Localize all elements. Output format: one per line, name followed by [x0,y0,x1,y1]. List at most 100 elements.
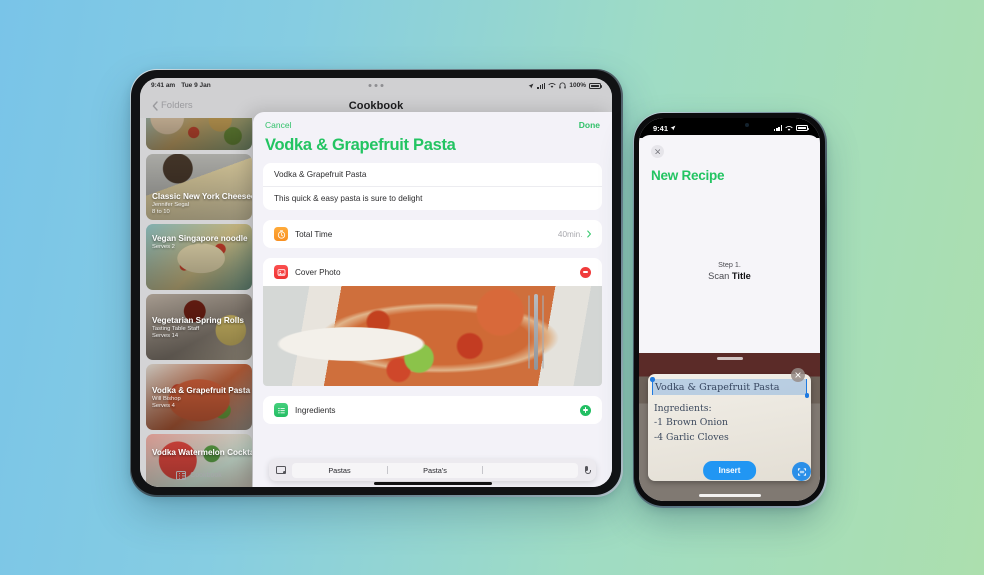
wifi-icon [785,125,793,131]
timer-icon [274,227,288,241]
list-item-text: Vegan Singapore noodle Serves 2 [152,234,248,250]
photo-icon [274,265,288,279]
list-item-subtitle: 8 to 10 [152,209,170,215]
list-item-subtitle: Serves 14 [152,333,179,339]
list-item-title: Vodka & Grapefruit Pasta [152,386,251,395]
selected-text-highlight[interactable]: Vodka & Grapefruit Pasta [652,379,807,395]
back-to-folders-button[interactable]: Folders [152,100,193,111]
list-item[interactable]: Serves 2 [146,118,252,150]
list-item-title: Vegan Singapore noodle [152,234,248,243]
recipe-sidebar-list[interactable]: Serves 2 Classic New York Cheesecake Jen… [140,118,258,487]
ingredients-group: Ingredients [263,396,602,424]
note-ingredients-block: Ingredients: -1 Brown Onion -4 Garlic Cl… [654,402,729,445]
insert-button[interactable]: Insert [702,461,757,480]
chevron-right-icon [586,230,591,238]
keyboard-suggestion-bar[interactable]: Pastas Pasta's [269,459,596,481]
list-item-author: Tasting Table Staff [152,326,200,332]
cover-photo-group: Cover Photo [263,258,602,286]
selection-handle-start[interactable] [650,377,655,382]
dismiss-selection-button[interactable] [791,368,805,382]
page-title: Cookbook [348,99,404,112]
new-recipe-panel: New Recipe Step 1. Scan Title [639,135,820,353]
done-button[interactable]: Done [579,120,600,130]
step-action: Scan Title [639,271,820,281]
recipe-name-value: Vodka & Grapefruit Pasta [274,170,367,179]
scan-document-button[interactable] [792,462,811,481]
suggestion-1[interactable]: Pastas [292,466,387,475]
live-text-scan-view[interactable]: Vodka & Grapefruit Pasta Ingredients: -1… [639,353,820,501]
ipad-battery-percent: 100% [569,82,586,89]
cookbook-list-icon [176,470,187,480]
step-action-target: Title [731,271,751,281]
cellular-signal-icon [774,125,782,131]
ipad-status-bar: 9:41 am Tue 9 Jan 100% [140,78,612,93]
list-item-subtitle: Serves 2 [152,244,175,250]
add-ingredient-button[interactable] [580,404,591,416]
recipe-description-value: This quick & easy pasta is sure to delig… [274,194,423,203]
list-item[interactable]: Vegetarian Spring Rolls Tasting Table St… [146,294,252,360]
cancel-button[interactable]: Cancel [265,120,291,130]
list-item-author: Jennifer Segal [152,202,190,208]
list-item[interactable]: Classic New York Cheesecake Jennifer Seg… [146,154,252,220]
ipad-home-indicator[interactable] [373,482,492,485]
ipad-device: 9:41 am Tue 9 Jan 100% Folders Cookbook … [129,68,623,497]
battery-icon [589,82,603,89]
wifi-icon [548,83,556,88]
list-item-title: Classic New York Cheesecake [152,192,252,201]
cover-photo-image[interactable] [263,286,602,386]
close-icon [795,372,801,378]
recipe-description-input[interactable]: This quick & easy pasta is sure to delig… [263,186,602,210]
sheet-grabber[interactable] [716,357,743,360]
total-time-value: 40min. [557,229,583,239]
list-item-text: Vodka & Grapefruit Pasta Will Bishop Ser… [152,386,251,409]
front-camera-icon [744,122,749,127]
sheet-toolbar: Cancel Done [253,112,612,130]
iphone-device: 9:41 New Recipe Step 1. Scan Title Vodka… [632,111,827,508]
iphone-heading: New Recipe [651,168,725,183]
list-item[interactable]: Vegan Singapore noodle Serves 2 [146,224,252,290]
step-label: Step 1. [718,260,741,269]
ipad-status-date: Tue 9 Jan [181,82,211,89]
sheet-heading: Vodka & Grapefruit Pasta [265,136,456,154]
back-label: Folders [161,100,193,111]
list-item-text: Vodka Watermelon Cocktail [152,448,252,457]
selection-handle-end[interactable] [804,393,809,398]
note-line: -4 Garlic Cloves [654,431,729,443]
total-time-row[interactable]: Total Time 40min. [263,220,602,248]
ipad-status-time: 9:41 am [151,82,176,89]
remove-cover-photo-button[interactable] [580,266,591,278]
total-time-value-wrap: 40min. [558,230,591,239]
suggestion-separator [482,466,484,474]
ingredients-label: Ingredients [295,405,336,415]
list-item-text: Vegetarian Spring Rolls Tasting Table St… [152,316,247,339]
suggestion-strip[interactable]: Pastas Pasta's [292,462,578,478]
chevron-left-icon [152,100,158,111]
close-button[interactable] [651,145,664,158]
ingredients-row[interactable]: Ingredients [263,396,602,424]
sidebar-tab-bar[interactable]: Cookbook [140,463,258,487]
step-action-prefix: Scan [708,271,732,281]
note-line: -1 Brown Onion [654,417,728,429]
suggestion-2[interactable]: Pasta's [388,466,483,475]
ipad-content: Serves 2 Classic New York Cheesecake Jen… [140,112,612,487]
cover-photo-row[interactable]: Cover Photo [263,258,602,286]
note-heading: Ingredients: [654,403,712,414]
cellular-signal-icon [537,82,546,89]
list-item-title: Vegetarian Spring Rolls [152,316,244,325]
iphone-screen: 9:41 New Recipe Step 1. Scan Title Vodka… [639,118,820,501]
iphone-home-indicator[interactable] [698,494,761,497]
microphone-icon[interactable] [584,466,591,474]
location-arrow-icon [529,83,534,88]
list-item[interactable]: Vodka & Grapefruit Pasta Will Bishop Ser… [146,364,252,430]
recipe-text-fields-group: Vodka & Grapefruit Pasta This quick & ea… [263,163,602,210]
recipe-name-input[interactable]: Vodka & Grapefruit Pasta [263,163,602,186]
headphones-icon [559,82,567,89]
tab-cookbook-label: Cookbook [190,471,222,479]
keyboard-icon[interactable] [276,466,286,474]
scan-icon [797,467,806,476]
location-arrow-icon [670,125,676,131]
multitasking-dots-icon[interactable] [368,84,384,87]
selected-text: Vodka & Grapefruit Pasta [655,381,780,393]
